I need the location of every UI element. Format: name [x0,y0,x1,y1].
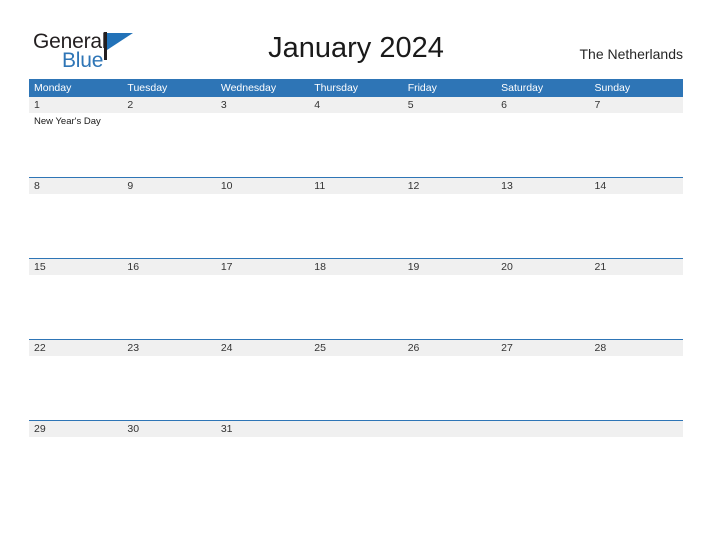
day-header-thursday: Thursday [314,82,359,94]
day-number[interactable]: 20 [496,259,589,275]
week-events-strip: New Year's Day [29,113,683,177]
day-number[interactable]: 18 [309,259,402,275]
day-cell[interactable] [216,437,309,501]
day-number[interactable] [496,421,589,437]
day-header-monday: Monday [34,82,72,94]
day-number[interactable] [403,421,496,437]
day-cell[interactable] [216,113,309,177]
day-cell[interactable] [122,275,215,339]
calendar-page: General Blue January 2024 The Netherland… [0,0,712,550]
day-number[interactable]: 19 [403,259,496,275]
day-cell[interactable] [496,437,589,501]
day-number[interactable]: 21 [590,259,683,275]
day-number[interactable]: 8 [29,178,122,194]
day-cell[interactable] [403,275,496,339]
day-cell[interactable] [216,275,309,339]
day-number[interactable]: 12 [403,178,496,194]
day-cell[interactable] [29,356,122,420]
day-cell[interactable] [590,194,683,258]
day-number[interactable]: 4 [309,97,402,113]
calendar-week-row: 1 2 3 4 5 6 7 New Year's Day [29,97,683,177]
week-date-strip: 15 16 17 18 19 20 21 [29,259,683,275]
calendar-week-row: 22 23 24 25 26 27 28 [29,339,683,420]
day-header-tuesday: Tuesday [127,82,168,94]
calendar-weeks: 1 2 3 4 5 6 7 New Year's Day 8 9 10 11 12 13 14 15 16 17 1… [29,97,683,501]
day-cell[interactable] [29,275,122,339]
day-cell[interactable] [122,437,215,501]
week-date-strip: 29 30 31 [29,421,683,437]
day-cell[interactable] [29,194,122,258]
day-number[interactable]: 7 [590,97,683,113]
day-cell[interactable] [29,437,122,501]
page-header: General Blue January 2024 The Netherland… [0,0,712,78]
day-number[interactable]: 25 [309,340,402,356]
week-events-strip [29,437,683,501]
day-number[interactable]: 14 [590,178,683,194]
day-cell[interactable] [122,356,215,420]
day-number[interactable]: 26 [403,340,496,356]
day-number[interactable]: 6 [496,97,589,113]
day-number[interactable]: 15 [29,259,122,275]
day-of-week-header-row: Monday Tuesday Wednesday Thursday Friday… [29,79,683,97]
day-cell[interactable] [590,437,683,501]
day-cell[interactable] [309,437,402,501]
location-label: The Netherlands [579,46,683,62]
day-cell[interactable] [403,356,496,420]
day-cell[interactable] [122,194,215,258]
day-header-sunday: Sunday [594,82,631,94]
day-number[interactable]: 11 [309,178,402,194]
day-cell[interactable]: New Year's Day [29,113,122,177]
day-cell[interactable] [496,356,589,420]
day-cell[interactable] [403,113,496,177]
day-cell[interactable] [590,275,683,339]
day-number[interactable]: 29 [29,421,122,437]
day-number[interactable]: 13 [496,178,589,194]
day-cell[interactable] [590,113,683,177]
day-cell[interactable] [403,194,496,258]
calendar-table: Monday Tuesday Wednesday Thursday Friday… [29,79,683,501]
day-cell[interactable] [309,113,402,177]
day-number[interactable]: 2 [122,97,215,113]
day-event-label: New Year's Day [34,116,101,127]
day-cell[interactable] [309,194,402,258]
week-date-strip: 8 9 10 11 12 13 14 [29,178,683,194]
calendar-week-row: 8 9 10 11 12 13 14 [29,177,683,258]
day-cell[interactable] [496,275,589,339]
day-number[interactable]: 16 [122,259,215,275]
day-header-saturday: Saturday [501,82,544,94]
week-events-strip [29,275,683,339]
day-number[interactable]: 3 [216,97,309,113]
day-cell[interactable] [309,356,402,420]
day-number[interactable]: 27 [496,340,589,356]
day-cell[interactable] [216,194,309,258]
day-number[interactable]: 30 [122,421,215,437]
day-cell[interactable] [496,194,589,258]
day-number[interactable]: 17 [216,259,309,275]
day-cell[interactable] [309,275,402,339]
day-number[interactable] [590,421,683,437]
day-number[interactable] [309,421,402,437]
day-cell[interactable] [216,356,309,420]
day-number[interactable]: 22 [29,340,122,356]
day-number[interactable]: 9 [122,178,215,194]
week-date-strip: 22 23 24 25 26 27 28 [29,340,683,356]
week-date-strip: 1234567 [29,97,683,113]
day-number[interactable]: 28 [590,340,683,356]
day-header-friday: Friday [407,82,437,94]
day-cell[interactable] [590,356,683,420]
day-header-wednesday: Wednesday [220,82,277,94]
day-number[interactable]: 5 [403,97,496,113]
day-number[interactable]: 10 [216,178,309,194]
day-cell[interactable] [496,113,589,177]
calendar-week-row: 29 30 31 [29,420,683,501]
day-number[interactable]: 1 [29,97,122,113]
week-events-strip [29,356,683,420]
day-cell[interactable] [122,113,215,177]
week-events-strip [29,194,683,258]
day-number[interactable]: 24 [216,340,309,356]
calendar-week-row: 15 16 17 18 19 20 21 [29,258,683,339]
day-cell[interactable] [403,437,496,501]
day-number[interactable]: 31 [216,421,309,437]
day-number[interactable]: 23 [122,340,215,356]
